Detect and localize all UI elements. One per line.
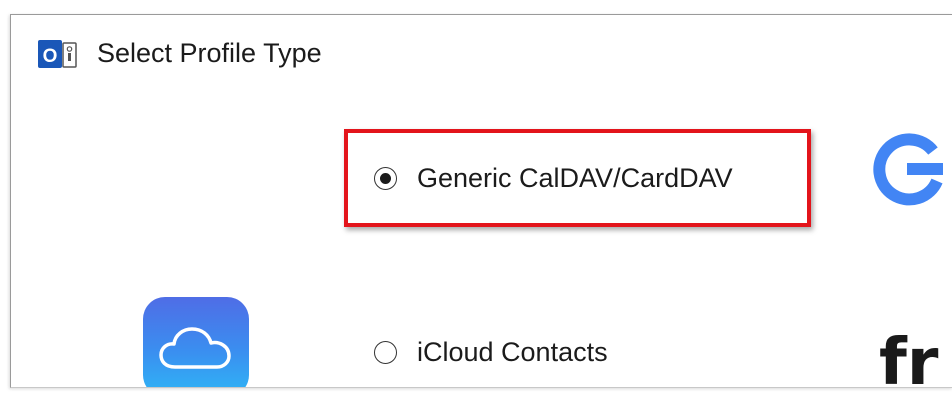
select-profile-type-dialog: O Select Profile Type Generic CalDAV/Car… [10,14,952,388]
svg-text:O: O [43,46,58,67]
fr-logo[interactable]: fr [879,331,938,387]
google-logo[interactable] [861,129,952,209]
app-icon: O [37,37,79,73]
icloud-contacts-label[interactable]: iCloud Contacts [417,337,608,368]
icloud-icon[interactable] [143,297,249,387]
highlight-box [344,129,811,227]
option-icloud-contacts[interactable]: iCloud Contacts [374,337,608,368]
dialog-title: Select Profile Type [97,38,322,68]
icloud-contacts-radio[interactable] [374,341,397,364]
title-bar: O Select Profile Type [11,15,952,87]
